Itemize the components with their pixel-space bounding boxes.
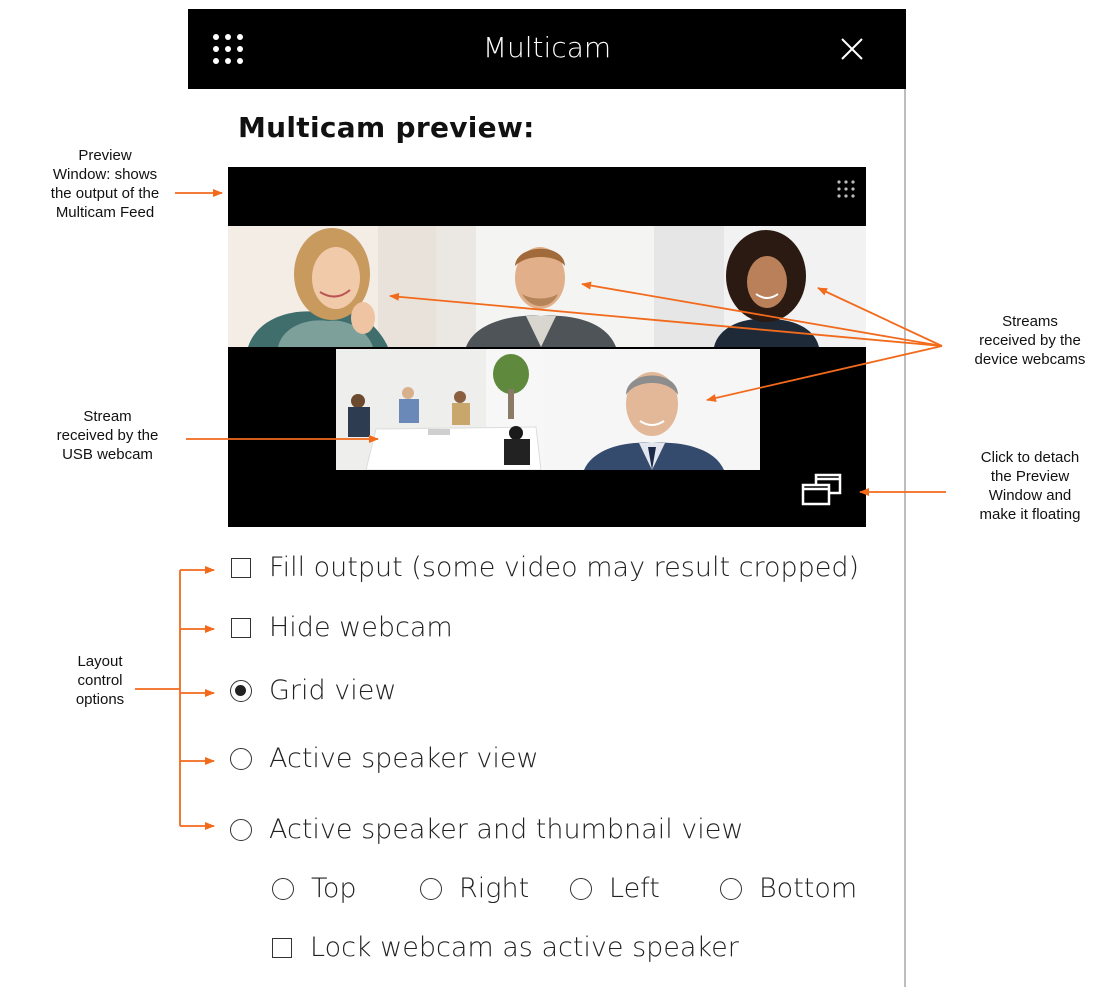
close-icon[interactable] — [840, 37, 864, 61]
grid-view-radio[interactable]: Grid view — [230, 675, 396, 706]
active-speaker-thumbnail-view-radio[interactable]: Active speaker and thumbnail view — [230, 814, 743, 845]
annotation-device-streams: Streams received by the device webcams — [974, 313, 1086, 368]
position-bottom-radio[interactable]: Bottom — [720, 873, 857, 904]
webcam-stream-woman-blonde — [228, 226, 436, 347]
radio-button[interactable] — [272, 877, 294, 900]
checkbox-box[interactable] — [272, 937, 292, 958]
active-speaker-thumbnail-view-label: Active speaker and thumbnail view — [269, 814, 744, 845]
webcam-stream-man-smiling — [436, 226, 654, 347]
webcam-stream-man-suit — [544, 349, 760, 470]
radio-button[interactable] — [230, 818, 252, 841]
active-speaker-view-radio[interactable]: Active speaker view — [230, 743, 539, 774]
position-left-label: Left — [609, 873, 660, 904]
annotation-preview-window: Preview Window: shows the output of the … — [50, 147, 160, 221]
window-title: Multicam — [482, 31, 612, 64]
checkbox-box[interactable] — [231, 557, 251, 578]
position-left-radio[interactable]: Left — [570, 873, 660, 904]
radio-button[interactable] — [420, 877, 442, 900]
hide-webcam-checkbox[interactable]: Hide webcam — [231, 612, 453, 643]
position-top-label: Top — [311, 873, 357, 904]
fill-output-label: Fill output (some video may result cropp… — [269, 552, 860, 583]
radio-button[interactable] — [720, 877, 742, 900]
position-right-label: Right — [459, 873, 530, 904]
annotation-layout-controls: Layout control options — [75, 653, 125, 708]
position-top-radio[interactable]: Top — [272, 873, 357, 904]
annotation-usb-stream: Stream received by the USB webcam — [56, 408, 159, 463]
position-right-radio[interactable]: Right — [420, 873, 529, 904]
position-bottom-label: Bottom — [759, 873, 858, 904]
hide-webcam-label: Hide webcam — [269, 612, 453, 643]
preview-window — [228, 167, 866, 527]
grid-view-label: Grid view — [269, 675, 397, 706]
lock-webcam-label: Lock webcam as active speaker — [310, 932, 739, 963]
lock-webcam-checkbox[interactable]: Lock webcam as active speaker — [272, 932, 739, 963]
usb-webcam-stream-meeting-room — [336, 349, 544, 470]
radio-selected[interactable] — [230, 679, 252, 702]
radio-button[interactable] — [230, 747, 252, 770]
radio-button[interactable] — [570, 877, 592, 900]
active-speaker-view-label: Active speaker view — [269, 743, 539, 774]
webcam-stream-woman-curly — [654, 226, 866, 347]
title-bar: Multicam — [188, 9, 906, 89]
annotation-detach: Click to detach the Preview Window and m… — [979, 449, 1081, 523]
detach-window-icon[interactable] — [800, 473, 844, 507]
preview-grid-icon[interactable] — [836, 179, 856, 199]
preview-heading: Multicam preview: — [238, 111, 535, 144]
checkbox-box[interactable] — [231, 617, 251, 638]
fill-output-checkbox[interactable]: Fill output (some video may result cropp… — [231, 552, 859, 583]
